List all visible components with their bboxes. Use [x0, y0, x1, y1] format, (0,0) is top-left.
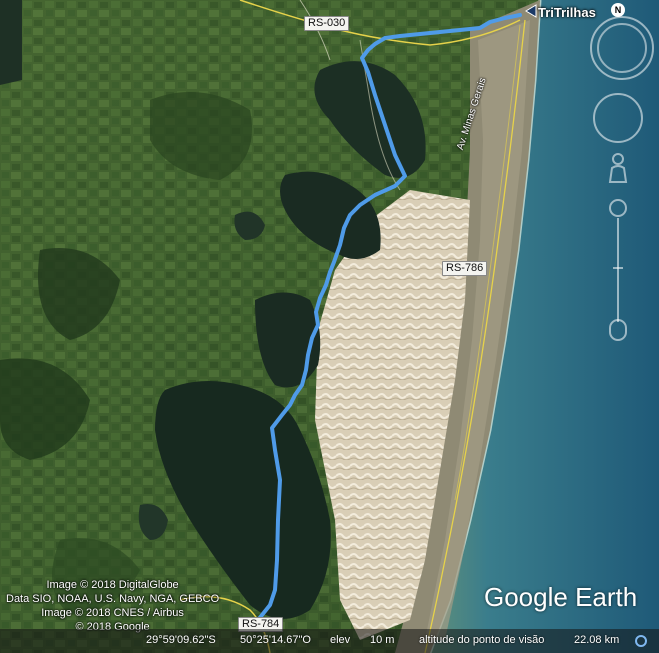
loading-circle-icon — [635, 635, 647, 647]
placemark-flag-icon[interactable] — [522, 3, 538, 19]
google-earth-logo: Google Earth — [484, 582, 638, 612]
road-label-rs786: RS-786 — [442, 261, 488, 276]
eye-altitude-value: 22.08 km — [574, 634, 620, 646]
imagery-credits: Image © 2018 DigitalGlobe Data SIO, NOAA… — [6, 578, 219, 634]
credit-line: Data SIO, NOAA, U.S. Navy, NGA, GEBCO — [6, 593, 220, 605]
satellite-imagery[interactable] — [0, 0, 659, 653]
status-bar: 29°59'09.62"S 50°25'14.67"O elev 10 m al… — [0, 629, 659, 653]
road-label-rs030: RS-030 — [304, 16, 350, 31]
street-view-pegman-icon[interactable] — [606, 152, 630, 192]
elevation-value: 10 m — [370, 634, 395, 646]
look-joystick-icon[interactable] — [592, 92, 644, 144]
placemark-label[interactable]: TriTrilhas — [538, 5, 596, 20]
map-viewport[interactable]: TriTrilhas RS-030 RS-786 RS-784 Av. Mina… — [0, 0, 659, 653]
eye-altitude-label: altitude do ponto de visão — [419, 634, 545, 646]
credit-line: Image © 2018 DigitalGlobe — [46, 579, 179, 591]
credit-line: Image © 2018 CNES / Airbus — [41, 607, 184, 619]
compass-ring-icon[interactable] — [589, 15, 655, 81]
elevation-label: elev — [330, 634, 351, 646]
latitude-readout: 29°59'09.62"S — [146, 634, 216, 646]
zoom-slider-icon[interactable] — [607, 196, 629, 344]
longitude-readout: 50°25'14.67"O — [240, 634, 311, 646]
